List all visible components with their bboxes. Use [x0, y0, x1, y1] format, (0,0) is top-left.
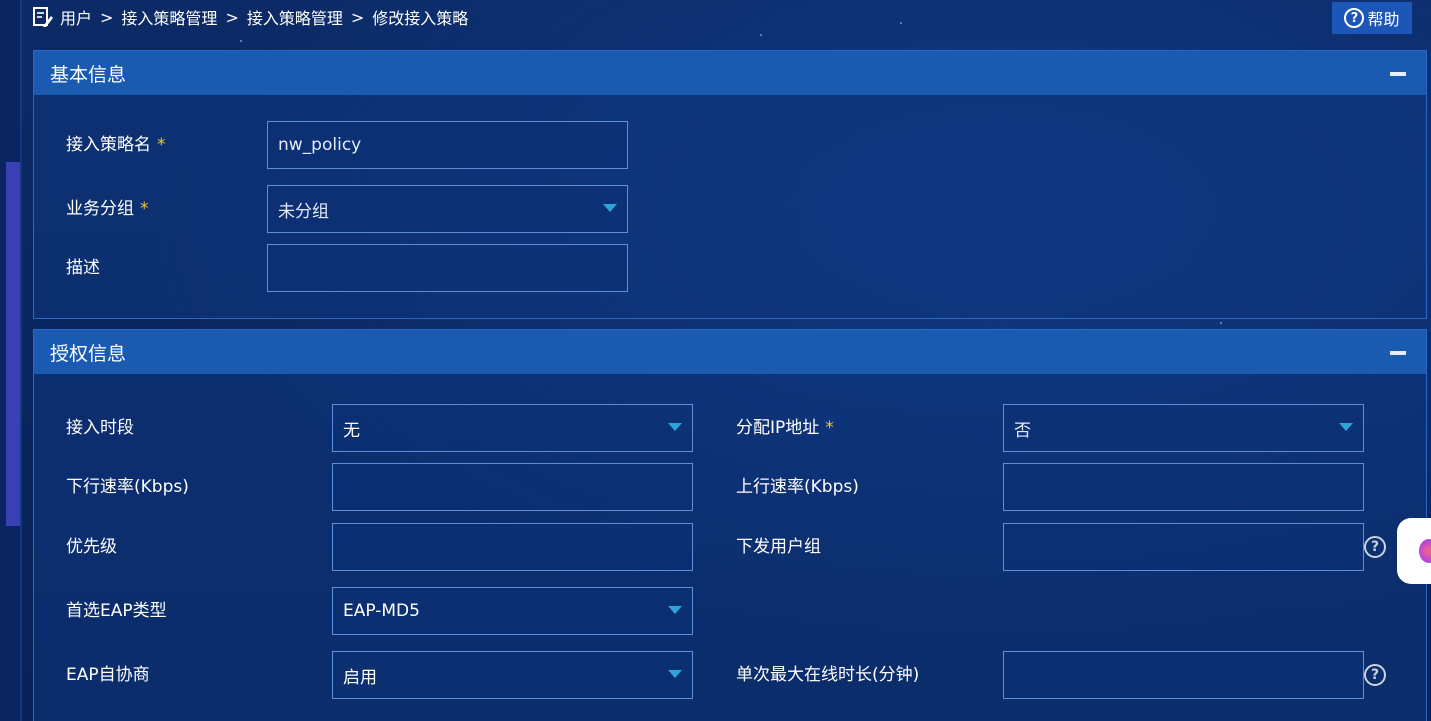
chevron-down-icon [603, 204, 617, 212]
chevron-down-icon [668, 423, 682, 431]
eap-negotiation-value: 启用 [343, 667, 377, 688]
left-sidebar-accent [6, 162, 20, 526]
assign-ip-value: 否 [1014, 420, 1031, 441]
collapse-icon[interactable] [1390, 351, 1406, 355]
required-mark: * [825, 418, 834, 438]
service-group-label: 业务分组 * [66, 199, 149, 219]
background-star [900, 22, 902, 24]
priority-label: 优先级 [66, 537, 117, 557]
eap-negotiation-label: EAP自协商 [66, 665, 150, 685]
max-online-duration-label: 单次最大在线时长(分钟) [736, 665, 920, 685]
edit-document-icon [32, 6, 54, 28]
preferred-eap-value: EAP-MD5 [343, 601, 420, 621]
help-label: 帮助 [1367, 10, 1400, 29]
basic-info-title: 基本信息 [50, 63, 127, 86]
preferred-eap-label: 首选EAP类型 [66, 601, 167, 621]
downlink-rate-label: 下行速率(Kbps) [66, 477, 189, 497]
uplink-rate-label: 上行速率(Kbps) [736, 477, 859, 497]
help-circle-icon[interactable]: ? [1364, 536, 1386, 558]
deliver-user-group-input[interactable] [1003, 523, 1364, 571]
chevron-down-icon [1339, 423, 1353, 431]
background-star [240, 40, 242, 42]
collapse-icon[interactable] [1390, 72, 1406, 76]
description-label: 描述 [66, 258, 100, 278]
service-group-value: 未分组 [278, 201, 329, 222]
assign-ip-select[interactable]: 否 [1003, 404, 1364, 452]
sidebar-divider [20, 0, 22, 721]
policy-name-input[interactable] [267, 121, 628, 169]
required-mark: * [140, 199, 149, 219]
breadcrumb-item-access-policy-list[interactable]: 接入策略管理 [247, 5, 343, 29]
background-star [1220, 322, 1222, 324]
max-online-duration-input[interactable] [1003, 651, 1364, 699]
chevron-down-icon [668, 670, 682, 678]
assistant-icon [1419, 539, 1431, 563]
auth-info-panel: 授权信息 接入时段 无 分配IP地址 * 否 下行速率(Kbps) 上行速率(Kb… [33, 329, 1427, 721]
basic-info-header[interactable]: 基本信息 [34, 51, 1426, 95]
breadcrumb-item-access-policy-mgmt[interactable]: 接入策略管理 [121, 5, 217, 29]
breadcrumb-separator: > [225, 7, 239, 27]
background-star [760, 34, 762, 36]
auth-info-header[interactable]: 授权信息 [34, 330, 1426, 374]
help-button[interactable]: ? 帮助 [1332, 2, 1412, 34]
floating-assistant-widget[interactable] [1397, 518, 1431, 584]
deliver-user-group-label: 下发用户组 [736, 537, 821, 557]
uplink-rate-input[interactable] [1003, 463, 1364, 511]
priority-input[interactable] [332, 523, 693, 571]
help-circle-icon[interactable]: ? [1364, 664, 1386, 686]
required-mark: * [157, 135, 166, 155]
access-period-label: 接入时段 [66, 418, 134, 438]
breadcrumb-separator: > [100, 7, 114, 27]
breadcrumb: 用户 > 接入策略管理 > 接入策略管理 > 修改接入策略 [32, 6, 468, 28]
question-circle-icon: ? [1344, 8, 1365, 28]
downlink-rate-input[interactable] [332, 463, 693, 511]
auth-info-title: 授权信息 [50, 342, 127, 365]
breadcrumb-separator: > [350, 7, 365, 27]
policy-name-label: 接入策略名 * [66, 135, 166, 155]
chevron-down-icon [668, 606, 682, 614]
basic-info-panel: 基本信息 接入策略名* 业务分组* 未分组 描述 [33, 50, 1427, 319]
service-group-select[interactable]: 未分组 [267, 185, 628, 233]
breadcrumb-item-current: 修改接入策略 [372, 9, 469, 28]
description-input[interactable] [267, 244, 628, 292]
access-period-select[interactable]: 无 [332, 404, 693, 452]
eap-negotiation-select[interactable]: 启用 [332, 651, 693, 699]
access-period-value: 无 [343, 420, 360, 441]
preferred-eap-select[interactable]: EAP-MD5 [332, 587, 693, 635]
breadcrumb-item-user[interactable]: 用户 [60, 5, 92, 29]
assign-ip-label: 分配IP地址 * [736, 418, 834, 438]
